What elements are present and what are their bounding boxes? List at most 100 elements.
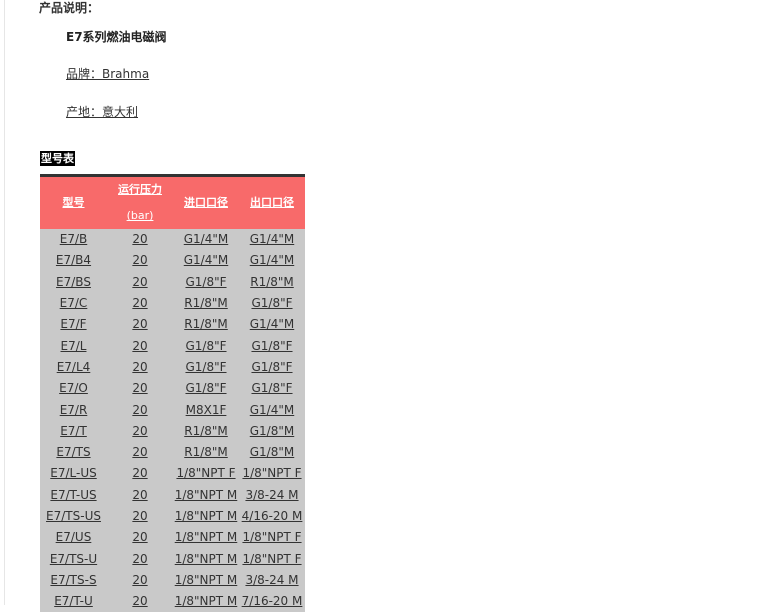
table-row: E7/L 20 G1/8"F G1/8"F — [40, 335, 305, 356]
cell-model[interactable]: E7/C — [40, 293, 107, 314]
cell-model[interactable]: E7/L-US — [40, 463, 107, 484]
cell-model[interactable]: E7/O — [40, 378, 107, 399]
cell-model[interactable]: E7/B — [40, 229, 107, 250]
cell-outlet[interactable]: 4/16-20 M — [239, 506, 305, 527]
cell-model[interactable]: E7/TS-S — [40, 570, 107, 591]
model-table-container: 型号 运行压力 (bar) 进口口径 出口口径 E7/B 20 G1/4"M G1/4… — [40, 174, 305, 612]
table-row: E7/O 20 G1/8"F G1/8"F — [40, 378, 305, 399]
cell-outlet[interactable]: 3/8-24 M — [239, 485, 305, 506]
cell-pressure[interactable]: 20 — [107, 293, 173, 314]
cell-pressure[interactable]: 20 — [107, 485, 173, 506]
cell-model[interactable]: E7/R — [40, 399, 107, 420]
cell-outlet[interactable]: G1/4"M — [239, 229, 305, 250]
cell-model[interactable]: E7/TS — [40, 442, 107, 463]
cell-model[interactable]: E7/L — [40, 335, 107, 356]
cell-outlet[interactable]: G1/8"F — [239, 357, 305, 378]
table-row: E7/R 20 M8X1F G1/4"M — [40, 399, 305, 420]
cell-inlet[interactable]: G1/8"F — [173, 272, 239, 293]
table-row: E7/TS 20 R1/8"M G1/8"M — [40, 442, 305, 463]
table-row: E7/TS-US 20 1/8"NPT M 4/16-20 M — [40, 506, 305, 527]
cell-pressure[interactable]: 20 — [107, 421, 173, 442]
header-pressure[interactable]: 运行压力 (bar) — [107, 177, 173, 229]
cell-pressure[interactable]: 20 — [107, 591, 173, 612]
cell-pressure[interactable]: 20 — [107, 229, 173, 250]
cell-inlet[interactable]: R1/8"M — [173, 442, 239, 463]
table-row: E7/T-US 20 1/8"NPT M 3/8-24 M — [40, 485, 305, 506]
cell-outlet[interactable]: G1/8"F — [239, 293, 305, 314]
cell-pressure[interactable]: 20 — [107, 548, 173, 569]
cell-inlet[interactable]: 1/8"NPT M — [173, 506, 239, 527]
cell-outlet[interactable]: R1/8"M — [239, 272, 305, 293]
header-pressure-label: 运行压力 — [118, 183, 162, 196]
cell-pressure[interactable]: 20 — [107, 570, 173, 591]
header-pressure-unit: (bar) — [126, 209, 154, 222]
cell-inlet[interactable]: G1/4"M — [173, 229, 239, 250]
model-table: 型号 运行压力 (bar) 进口口径 出口口径 E7/B 20 G1/4"M G1/4… — [40, 177, 305, 612]
cell-inlet[interactable]: R1/8"M — [173, 314, 239, 335]
cell-model[interactable]: E7/T-U — [40, 591, 107, 612]
header-inlet[interactable]: 进口口径 — [173, 177, 239, 229]
cell-inlet[interactable]: R1/8"M — [173, 293, 239, 314]
table-row: E7/L-US 20 1/8"NPT F 1/8"NPT F — [40, 463, 305, 484]
cell-inlet[interactable]: M8X1F — [173, 399, 239, 420]
table-body: E7/B 20 G1/4"M G1/4"M E7/B4 20 G1/4"M G1/4"M E7/… — [40, 229, 305, 612]
cell-outlet[interactable]: 3/8-24 M — [239, 570, 305, 591]
cell-inlet[interactable]: 1/8"NPT M — [173, 591, 239, 612]
cell-model[interactable]: E7/B4 — [40, 250, 107, 271]
cell-outlet[interactable]: 1/8"NPT F — [239, 548, 305, 569]
cell-inlet[interactable]: G1/8"F — [173, 357, 239, 378]
cell-outlet[interactable]: G1/8"F — [239, 378, 305, 399]
cell-pressure[interactable]: 20 — [107, 357, 173, 378]
header-model[interactable]: 型号 — [40, 177, 107, 229]
cell-pressure[interactable]: 20 — [107, 527, 173, 548]
table-row: E7/F 20 R1/8"M G1/4"M — [40, 314, 305, 335]
section-label: 产品说明： — [39, 1, 100, 15]
cell-model[interactable]: E7/BS — [40, 272, 107, 293]
cell-model[interactable]: E7/T-US — [40, 485, 107, 506]
cell-inlet[interactable]: G1/4"M — [173, 250, 239, 271]
cell-outlet[interactable]: 7/16-20 M — [239, 591, 305, 612]
cell-pressure[interactable]: 20 — [107, 399, 173, 420]
cell-pressure[interactable]: 20 — [107, 442, 173, 463]
origin-line[interactable]: 产地：意大利 — [66, 104, 138, 120]
cell-model[interactable]: E7/L4 — [40, 357, 107, 378]
cell-pressure[interactable]: 20 — [107, 506, 173, 527]
table-row: E7/TS-U 20 1/8"NPT M 1/8"NPT F — [40, 548, 305, 569]
table-header-row: 型号 运行压力 (bar) 进口口径 出口口径 — [40, 177, 305, 229]
cell-inlet[interactable]: G1/8"F — [173, 335, 239, 356]
cell-inlet[interactable]: 1/8"NPT M — [173, 527, 239, 548]
cell-model[interactable]: E7/T — [40, 421, 107, 442]
left-border-line — [4, 0, 5, 605]
table-row: E7/US 20 1/8"NPT M 1/8"NPT F — [40, 527, 305, 548]
cell-outlet[interactable]: G1/4"M — [239, 399, 305, 420]
table-row: E7/B4 20 G1/4"M G1/4"M — [40, 250, 305, 271]
cell-inlet[interactable]: 1/8"NPT M — [173, 570, 239, 591]
cell-inlet[interactable]: 1/8"NPT M — [173, 548, 239, 569]
cell-inlet[interactable]: R1/8"M — [173, 421, 239, 442]
cell-inlet[interactable]: 1/8"NPT F — [173, 463, 239, 484]
cell-outlet[interactable]: 1/8"NPT F — [239, 463, 305, 484]
cell-outlet[interactable]: G1/8"M — [239, 442, 305, 463]
product-title: E7系列燃油电磁阀 — [66, 30, 167, 44]
cell-outlet[interactable]: G1/4"M — [239, 250, 305, 271]
cell-pressure[interactable]: 20 — [107, 378, 173, 399]
brand-line[interactable]: 品牌：Brahma — [66, 66, 149, 82]
cell-outlet[interactable]: G1/8"F — [239, 335, 305, 356]
cell-outlet[interactable]: 1/8"NPT F — [239, 527, 305, 548]
cell-inlet[interactable]: G1/8"F — [173, 378, 239, 399]
table-row: E7/T-U 20 1/8"NPT M 7/16-20 M — [40, 591, 305, 612]
cell-model[interactable]: E7/TS-US — [40, 506, 107, 527]
table-row: E7/T 20 R1/8"M G1/8"M — [40, 421, 305, 442]
cell-pressure[interactable]: 20 — [107, 335, 173, 356]
cell-pressure[interactable]: 20 — [107, 314, 173, 335]
cell-model[interactable]: E7/US — [40, 527, 107, 548]
cell-model[interactable]: E7/F — [40, 314, 107, 335]
cell-pressure[interactable]: 20 — [107, 463, 173, 484]
cell-inlet[interactable]: 1/8"NPT M — [173, 485, 239, 506]
cell-model[interactable]: E7/TS-U — [40, 548, 107, 569]
header-outlet[interactable]: 出口口径 — [239, 177, 305, 229]
cell-pressure[interactable]: 20 — [107, 272, 173, 293]
cell-outlet[interactable]: G1/8"M — [239, 421, 305, 442]
cell-outlet[interactable]: G1/4"M — [239, 314, 305, 335]
cell-pressure[interactable]: 20 — [107, 250, 173, 271]
